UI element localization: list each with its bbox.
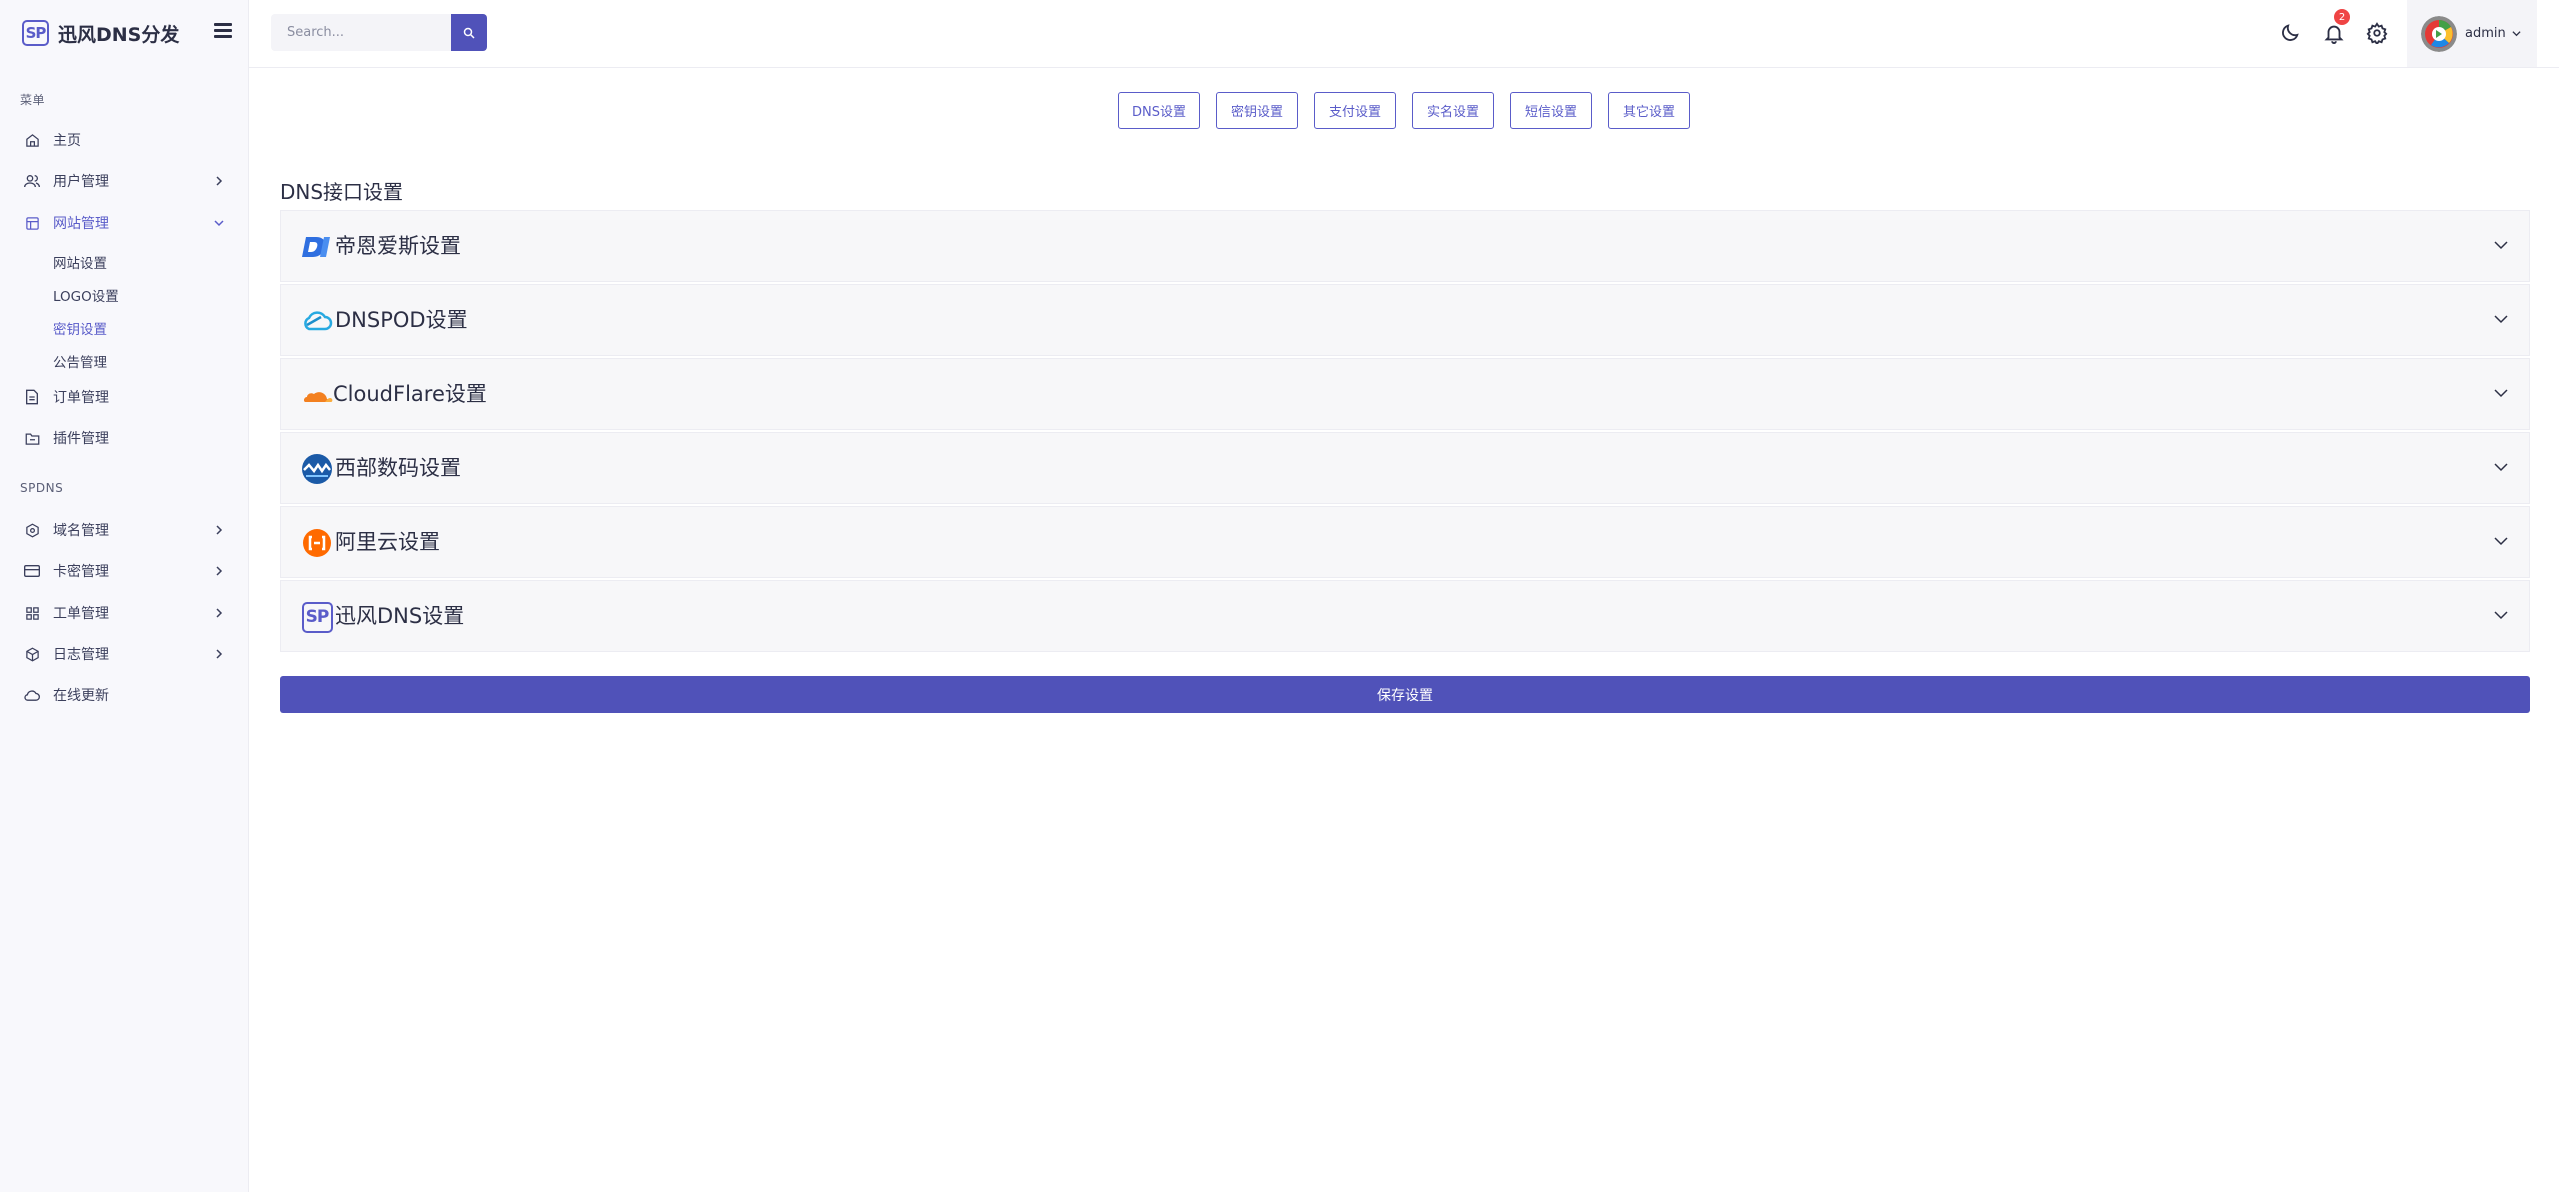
sidebar-item-label: 卡密管理 (53, 564, 109, 580)
sidebar-item-users[interactable]: 用户管理 (0, 165, 248, 197)
sidebar-section-menu: 菜单 (20, 93, 46, 107)
sidebar-item-label: 日志管理 (53, 647, 109, 663)
settings-tabs: DNS设置 密钥设置 支付设置 实名设置 短信设置 其它设置 (1118, 92, 1706, 129)
tab-dns[interactable]: DNS设置 (1118, 92, 1200, 129)
sidebar-item-tickets[interactable]: 工单管理 (0, 597, 248, 629)
sidebar: SP 迅风DNS分发 菜单 主页 用户管理 网站管理 网站设置 LOGO设置 密… (0, 0, 249, 1192)
save-settings-button[interactable]: 保存设置 (280, 676, 2530, 713)
section-title: DNS接口设置 (280, 180, 404, 204)
sidebar-subitem-logo-settings[interactable]: LOGO设置 (53, 285, 119, 305)
cloud-icon (24, 687, 40, 703)
notification-badge: 2 (2334, 9, 2350, 25)
accordion-label: 帝恩爱斯设置 (335, 234, 461, 258)
moon-icon[interactable] (2279, 22, 2301, 44)
chevron-right-icon (216, 566, 223, 576)
cloudflare-icon (301, 379, 333, 411)
users-icon (24, 173, 40, 189)
sidebar-item-label: 主页 (53, 133, 81, 149)
sidebar-item-update[interactable]: 在线更新 (0, 679, 248, 711)
sidebar-item-label: 域名管理 (53, 523, 109, 539)
dns-la-icon (301, 231, 333, 263)
chevron-right-icon (216, 649, 223, 659)
menu-toggle-icon[interactable] (214, 23, 232, 39)
sp-logo-icon: SP (301, 601, 333, 633)
search-icon (463, 27, 475, 39)
chevron-down-icon (2512, 31, 2521, 37)
folder-icon (24, 430, 40, 446)
card-icon (24, 563, 40, 579)
sidebar-subitem-key-settings[interactable]: 密钥设置 (53, 318, 107, 338)
sidebar-section-spdns: SPDNS (20, 481, 64, 495)
sidebar-item-label: 工单管理 (53, 606, 109, 622)
sidebar-item-logs[interactable]: 日志管理 (0, 638, 248, 670)
box-icon (24, 646, 40, 662)
accordion-label: DNSPOD设置 (335, 308, 468, 332)
bell-icon[interactable] (2323, 22, 2345, 44)
sidebar-item-domains[interactable]: 域名管理 (0, 514, 248, 546)
accordion-dnspod[interactable]: DNSPOD设置 (280, 284, 2530, 356)
sidebar-item-label: 插件管理 (53, 431, 109, 447)
sidebar-item-cards[interactable]: 卡密管理 (0, 555, 248, 587)
brand-name: 迅风DNS分发 (58, 23, 180, 46)
accordion-label: 阿里云设置 (335, 530, 440, 554)
grid-icon (24, 605, 40, 621)
sidebar-item-plugins[interactable]: 插件管理 (0, 422, 248, 454)
user-name: admin (2465, 26, 2506, 41)
tab-payment[interactable]: 支付设置 (1314, 92, 1396, 129)
west-digital-icon (301, 453, 333, 485)
tab-realname[interactable]: 实名设置 (1412, 92, 1494, 129)
accordion-west-digital[interactable]: 西部数码设置 (280, 432, 2530, 504)
tab-other[interactable]: 其它设置 (1608, 92, 1690, 129)
aliyun-icon (301, 527, 333, 559)
sidebar-item-label: 在线更新 (53, 688, 109, 704)
dnspod-cloud-icon (301, 305, 333, 337)
avatar (2421, 15, 2457, 52)
accordion-label: CloudFlare设置 (333, 382, 487, 406)
sidebar-item-label: 用户管理 (53, 174, 109, 190)
tab-keys[interactable]: 密钥设置 (1216, 92, 1298, 129)
chevron-down-icon (2494, 611, 2508, 620)
search-button[interactable] (451, 14, 487, 51)
chevron-down-icon (2494, 315, 2508, 324)
brand[interactable]: SP 迅风DNS分发 (22, 19, 179, 47)
chevron-right-icon (216, 176, 223, 186)
accordion-spdns[interactable]: SP 迅风DNS设置 (280, 580, 2530, 652)
chevron-right-icon (216, 608, 223, 618)
user-menu[interactable]: admin (2407, 0, 2537, 67)
tab-sms[interactable]: 短信设置 (1510, 92, 1592, 129)
accordion-label: 迅风DNS设置 (335, 604, 465, 628)
sidebar-item-home[interactable]: 主页 (0, 124, 248, 156)
topbar (249, 0, 2559, 68)
gear-icon[interactable] (2366, 22, 2388, 44)
layout-icon (24, 215, 40, 231)
accordion-aliyun[interactable]: 阿里云设置 (280, 506, 2530, 578)
chevron-down-icon (2494, 241, 2508, 250)
sidebar-item-orders[interactable]: 订单管理 (0, 381, 248, 413)
chevron-right-icon (216, 525, 223, 535)
chevron-down-icon (2494, 389, 2508, 398)
home-icon (24, 132, 40, 148)
sidebar-subitem-announcements[interactable]: 公告管理 (53, 351, 107, 371)
chevron-down-icon (2494, 537, 2508, 546)
sp-logo-text: SP (301, 601, 333, 633)
hexagon-icon (24, 522, 40, 538)
accordion-cloudflare[interactable]: CloudFlare设置 (280, 358, 2530, 430)
accordion-dnsla[interactable]: 帝恩爱斯设置 (280, 210, 2530, 282)
sidebar-item-website[interactable]: 网站管理 (0, 207, 248, 239)
accordion-label: 西部数码设置 (335, 456, 461, 480)
sidebar-subitem-site-settings[interactable]: 网站设置 (53, 252, 107, 272)
file-icon (24, 389, 40, 405)
brand-logo-icon: SP (22, 20, 49, 46)
sidebar-item-label: 订单管理 (53, 390, 109, 406)
sidebar-item-label: 网站管理 (53, 216, 109, 232)
search-input[interactable] (271, 14, 451, 51)
chevron-down-icon (214, 220, 224, 227)
chevron-down-icon (2494, 463, 2508, 472)
